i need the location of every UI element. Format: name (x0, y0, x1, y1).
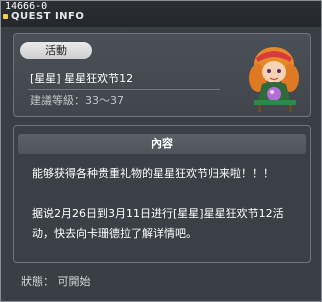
quest-summary-panel: 活動 [星星] 星星狂欢节12 建議等級：33～37 (13, 33, 311, 117)
content-paragraph-2: 据说2月26日到3月11日进行[星星]星星狂欢节12活动，快去向卡珊德拉了解详情… (32, 207, 284, 240)
content-header: 內容 (18, 134, 306, 154)
content-panel: 內容 能够获得各种贵重礼物的星星狂欢节归来啦！！！ 据说2月26日到3月11日进… (13, 125, 311, 263)
quest-info-window: 14666-0 QUEST INFO 活動 [星星] 星星狂欢节12 建議等級：… (0, 0, 322, 302)
window-title: QUEST INFO (11, 11, 85, 22)
category-badge: 活動 (20, 42, 92, 59)
level-requirement: 建議等級：33～37 (30, 94, 124, 107)
summary-divider (28, 89, 220, 90)
title-bullet-icon (3, 14, 8, 19)
quest-name: [星星] 星星狂欢节12 (30, 72, 134, 85)
title-bar[interactable]: 14666-0 QUEST INFO (1, 1, 321, 27)
content-paragraph-1: 能够获得各种贵重礼物的星星狂欢节归来啦！！！ (32, 167, 274, 180)
quest-status: 狀態： 可開始 (21, 275, 91, 288)
npc-portrait-icon (249, 47, 299, 112)
